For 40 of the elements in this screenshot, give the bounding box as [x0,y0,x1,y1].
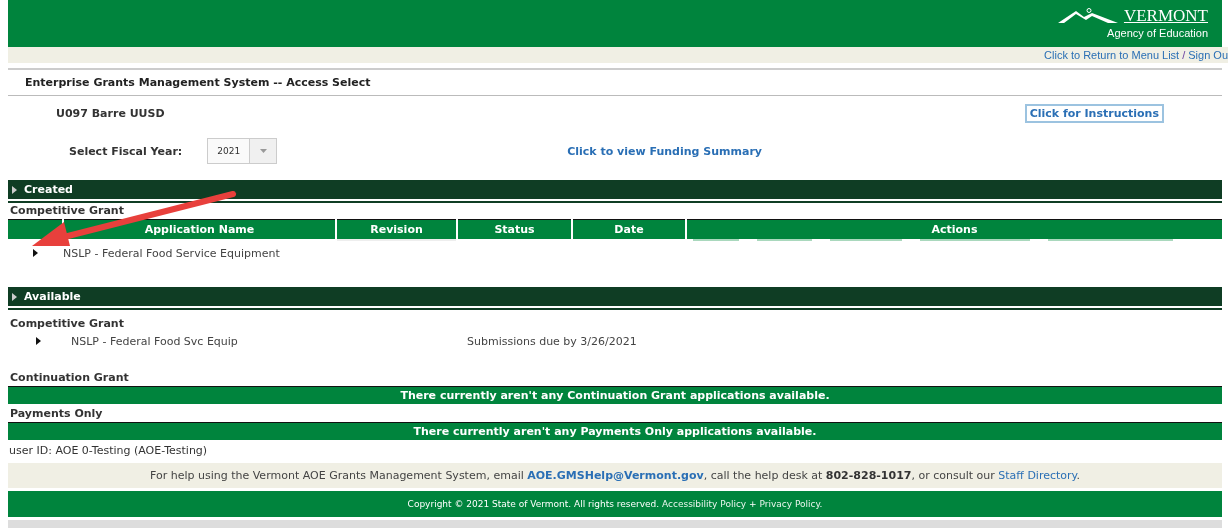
column-header: Revision [337,219,456,239]
funding-summary-link[interactable]: Click to view Funding Summary [567,144,762,158]
collapsed-icon[interactable] [36,337,41,345]
page-title: Enterprise Grants Management System -- Access Select [24,75,372,91]
logo-subtitle: Agency of Education [1107,27,1208,39]
application-name[interactable]: NSLP - Federal Food Svc Equip [71,334,467,348]
group-title: Competitive Grant [9,203,125,219]
scrollbar[interactable] [8,520,1222,528]
link[interactable]: Staff Directory [998,469,1077,482]
application-name[interactable]: NSLP - Federal Food Service Equipment [63,246,280,260]
column-header: Actions [687,219,1222,239]
fiscal-year-dropdown[interactable]: 2021 [207,138,278,164]
instructions-button[interactable]: Click for Instructions [1024,103,1164,123]
section-title: Available [24,290,81,303]
due-date-text: Submissions due by 3/26/2021 [467,334,637,348]
separator: / [1182,49,1186,61]
logo-name: VERMONT [1123,8,1208,24]
fiscal-year-label: Select Fiscal Year: [69,144,183,158]
link[interactable]: AOE.GMSHelp@Vermont.gov [527,469,704,482]
column-header: Status [458,219,571,239]
group-title: Continuation Grant [9,370,130,386]
user-id-text: user ID: AOE 0-Testing (AOE-Testing) [8,443,209,459]
caret-icon [259,149,267,153]
group-title: Competitive Grant [9,316,125,332]
link[interactable]: Privacy Policy [759,499,820,509]
notice-bar: There currently aren't any Continuation Grant applications available. [8,386,1222,404]
section-bar[interactable]: Available [8,287,1222,308]
mountain-logo-icon [1057,8,1120,24]
column-header: Date [573,219,685,239]
sign-out-link[interactable]: Sign Ou [1188,49,1228,61]
column-header: Application Name [64,219,335,239]
link[interactable]: Accessibility Policy [662,499,747,509]
section-title: Created [24,183,73,196]
group-title: Payments Only [9,406,104,422]
section-bar[interactable]: Created [8,180,1222,201]
copyright-text: Copyright © 2021 State of Vermont. All rights reserved. Accessibility Policy + Privacy Policy. [8,491,1222,517]
menu-link[interactable]: Click to Return to Menu List [1044,49,1180,61]
help-text: For help using the Vermont AOE Grants Management System, email AOE.GMSHelp@Vermont.gov, call the help desk at 802-828-1017, or consult our Staff Directory. [8,463,1222,488]
organization-name: U097 Barre UUSD [56,106,165,120]
notice-bar: There currently aren't any Payments Only applications available. [8,422,1222,440]
